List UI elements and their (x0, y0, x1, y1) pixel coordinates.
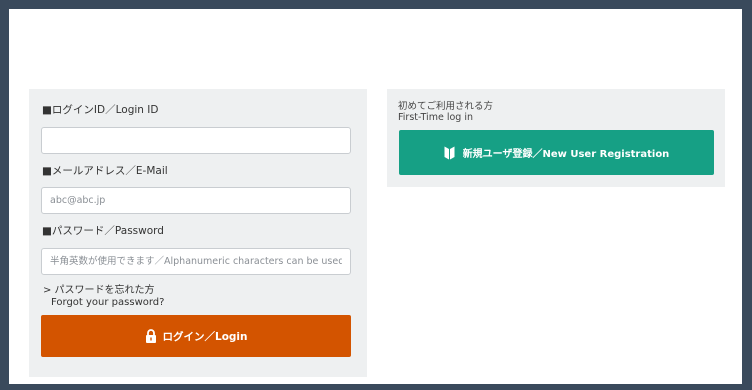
forgot-password-text: > パスワードを忘れた方 (43, 285, 155, 296)
login-button[interactable]: ログイン／Login (41, 315, 351, 357)
lock-icon (145, 329, 157, 343)
registration-button-label: 新規ユーザ登録／New User Registration (462, 149, 670, 160)
login-panel: ■ログインID／Login ID ■メールアドレス／E-Mail ■パスワード／… (29, 89, 367, 377)
email-label: ■メールアドレス／E-Mail (42, 165, 168, 177)
login-button-label: ログイン／Login (162, 330, 248, 343)
page-frame: ■ログインID／Login ID ■メールアドレス／E-Mail ■パスワード／… (9, 9, 742, 384)
email-input[interactable] (41, 187, 351, 214)
registration-panel: 初めてご利用される方 First-Time log in 新規ユーザ登録／New… (387, 89, 725, 187)
login-id-label: ■ログインID／Login ID (42, 104, 159, 116)
forgot-password-text-en: Forgot your password? (51, 297, 165, 308)
new-user-registration-button[interactable]: 新規ユーザ登録／New User Registration (399, 130, 714, 175)
registration-title-ja: 初めてご利用される方 (398, 101, 494, 112)
forgot-password-link[interactable]: > パスワードを忘れた方 Forgot your password? (43, 285, 164, 309)
registration-title: 初めてご利用される方 First-Time log in (398, 101, 493, 123)
registration-title-en: First-Time log in (398, 112, 473, 123)
password-input[interactable] (41, 248, 351, 275)
login-id-input[interactable] (41, 127, 351, 154)
beginner-mark-icon (444, 146, 455, 160)
password-label: ■パスワード／Password (42, 225, 164, 237)
